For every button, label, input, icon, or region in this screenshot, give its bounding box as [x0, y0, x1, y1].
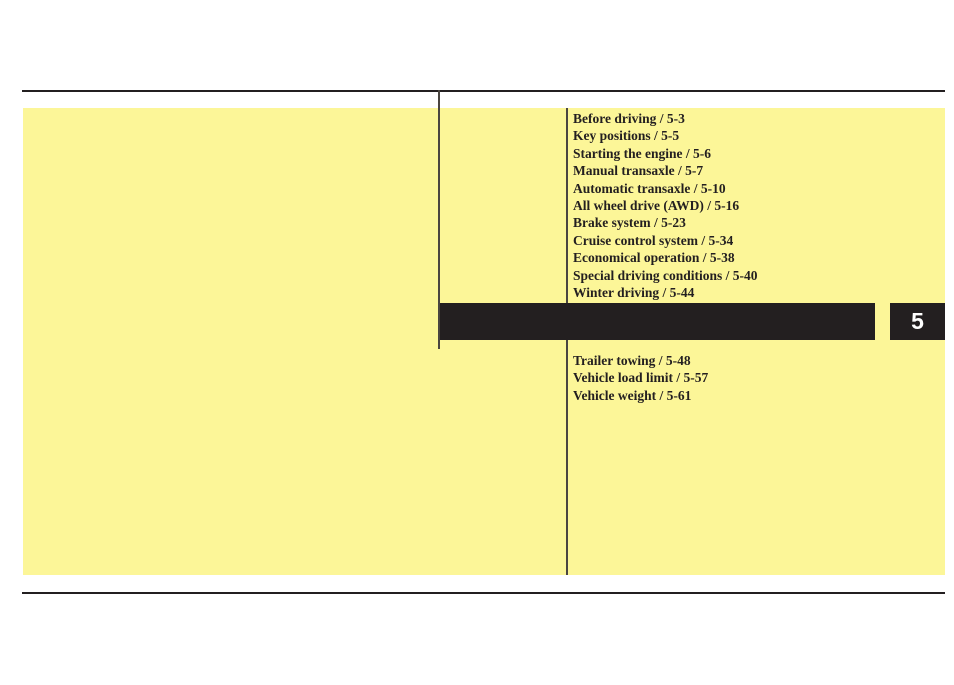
chapter-contents-list-lower: Trailer towing / 5-48 Vehicle load limit…: [573, 352, 708, 404]
chapter-contents-list-upper: Before driving / 5-3 Key positions / 5-5…: [573, 110, 758, 301]
contents-item[interactable]: Starting the engine / 5-6: [573, 145, 758, 162]
contents-item[interactable]: Manual transaxle / 5-7: [573, 162, 758, 179]
bottom-horizontal-rule: [22, 592, 945, 594]
contents-item[interactable]: Trailer towing / 5-48: [573, 352, 708, 369]
contents-item[interactable]: Key positions / 5-5: [573, 127, 758, 144]
yellow-content-panel: [23, 108, 945, 575]
contents-item[interactable]: All wheel drive (AWD) / 5-16: [573, 197, 758, 214]
contents-item[interactable]: Special driving conditions / 5-40: [573, 267, 758, 284]
chapter-title-bar: [440, 303, 875, 340]
top-horizontal-rule: [22, 90, 945, 92]
contents-item[interactable]: Winter driving / 5-44: [573, 284, 758, 301]
contents-item[interactable]: Vehicle weight / 5-61: [573, 387, 708, 404]
contents-item[interactable]: Before driving / 5-3: [573, 110, 758, 127]
contents-item[interactable]: Automatic transaxle / 5-10: [573, 180, 758, 197]
contents-item[interactable]: Cruise control system / 5-34: [573, 232, 758, 249]
inner-vertical-divider: [566, 108, 568, 575]
chapter-number-tab: 5: [890, 303, 945, 340]
manual-page: Before driving / 5-3 Key positions / 5-5…: [0, 0, 954, 685]
contents-item[interactable]: Brake system / 5-23: [573, 214, 758, 231]
contents-item[interactable]: Economical operation / 5-38: [573, 249, 758, 266]
contents-item[interactable]: Vehicle load limit / 5-57: [573, 369, 708, 386]
